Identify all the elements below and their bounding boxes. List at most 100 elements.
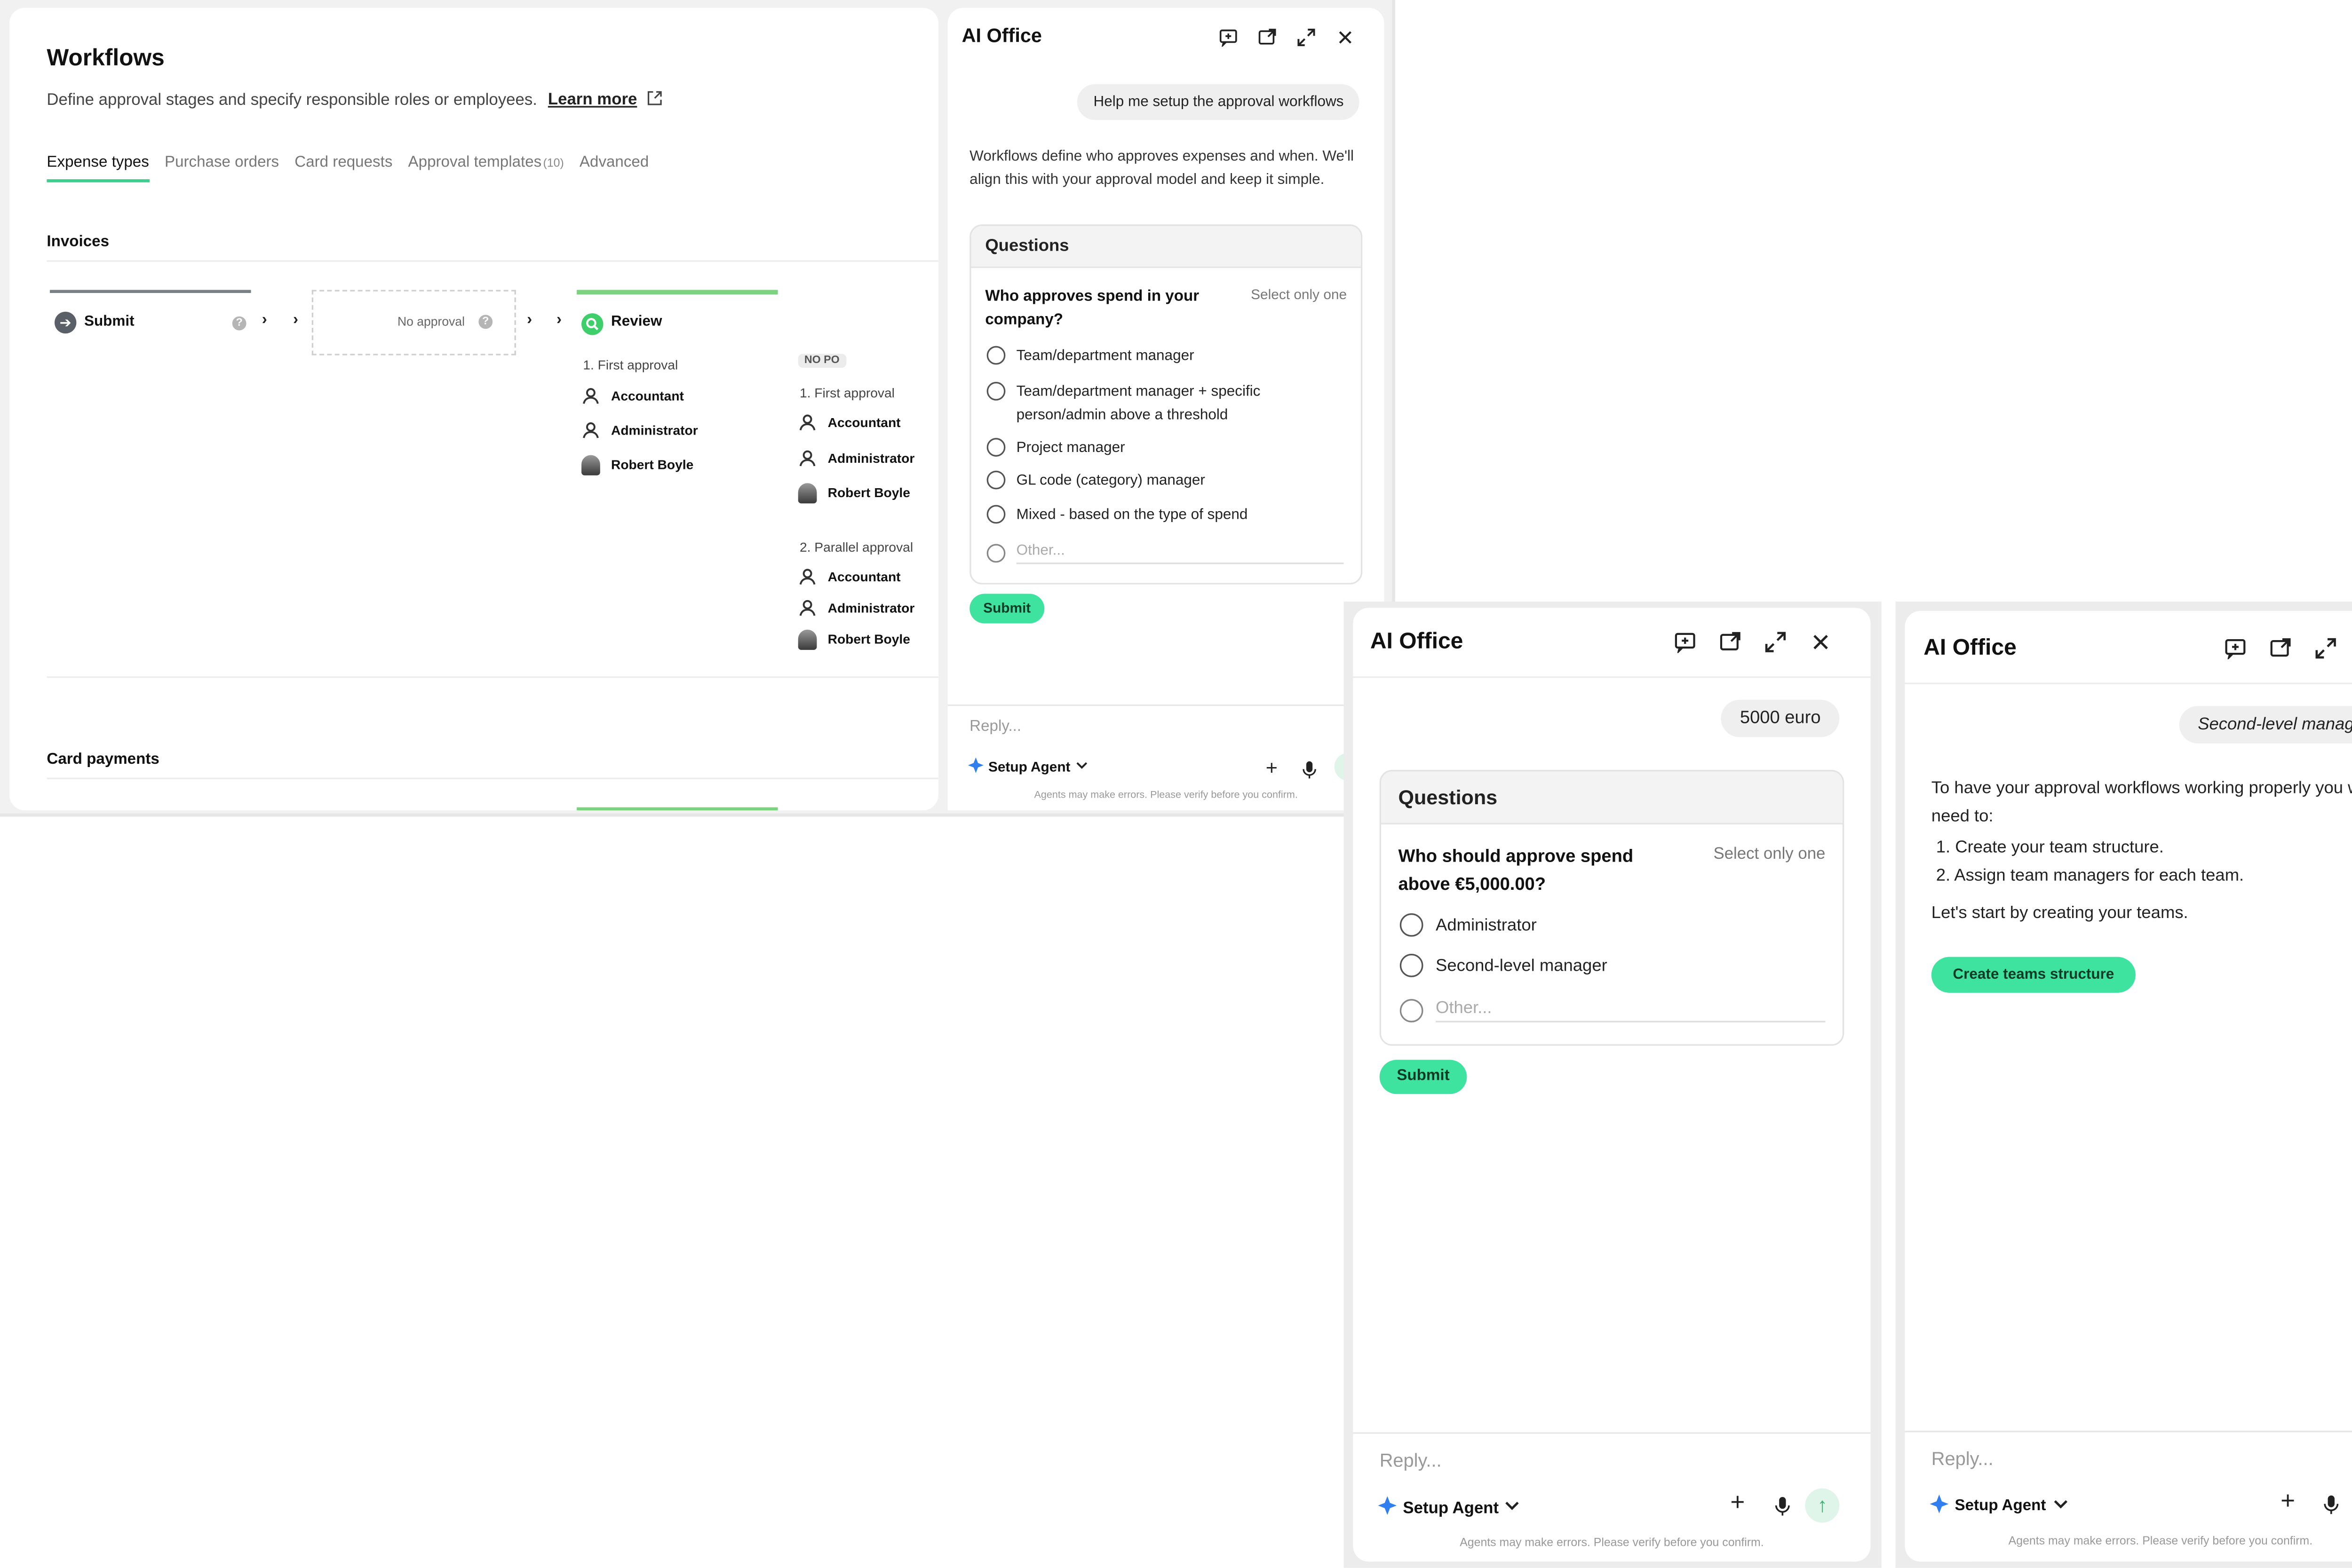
agent-selector[interactable]: Setup Agent [1378,1496,1520,1520]
history-icon[interactable] [1719,631,1741,661]
radio-icon[interactable] [986,346,1006,365]
agent-selector[interactable]: Setup Agent [968,757,1088,776]
new-chat-icon[interactable] [1674,631,1696,661]
tab-count: (10) [543,156,564,170]
chevron-down-icon [1075,759,1088,775]
reply-input[interactable]: Reply... [1380,1449,1442,1471]
assistant-message: Let's start by creating your teams. [1931,904,2188,923]
option-radio[interactable]: Team/department manager [986,346,1194,365]
option-other[interactable]: Other... [1399,999,1826,1022]
microphone-icon[interactable] [2323,1495,2340,1523]
agent-label: Setup Agent [1955,1497,2046,1515]
questions-card: Questions Who should approve spend above… [1379,770,1844,1046]
close-icon[interactable] [1810,631,1831,661]
send-icon[interactable]: ↑ [1805,1488,1840,1523]
tab-approval-templates[interactable]: Approval templates (10) [408,154,564,182]
search-icon [581,313,604,335]
subtitle-text: Define approval stages and specify respo… [47,91,537,110]
select-hint: Select only one [1251,286,1347,302]
ai-office-panel: AI Office 5000 euro Questions Who should… [1353,608,1871,1562]
chevron-right-icon: › [262,311,267,329]
radio-icon[interactable] [986,438,1006,457]
panel-title: AI Office [961,25,1042,47]
step-no-approval[interactable]: No approval ? [311,290,516,356]
approver-name: Accountant [827,569,901,585]
expand-icon[interactable] [1764,631,1786,661]
approval-stage-label: 1. First approval [583,356,678,372]
reply-input[interactable]: Reply... [969,719,1021,736]
help-icon[interactable]: ? [232,316,246,331]
agent-selector[interactable]: Setup Agent [1930,1494,2067,1518]
approver-name: Accountant [827,414,901,430]
close-icon[interactable] [1336,26,1355,55]
radio-icon[interactable] [1399,954,1423,977]
option-radio[interactable]: Administrator [1399,913,1537,937]
microphone-icon[interactable] [1774,1496,1791,1524]
radio-icon[interactable] [1399,999,1423,1022]
step-review-label: Review [611,313,662,331]
create-teams-structure-button[interactable]: Create teams structure [1931,957,2136,993]
reply-input[interactable]: Reply... [1931,1448,1994,1470]
avatar [581,455,600,475]
tab-card-requests[interactable]: Card requests [294,154,392,182]
tab-advanced[interactable]: Advanced [580,154,649,182]
tab-expense-types[interactable]: Expense types [47,154,149,182]
radio-icon[interactable] [986,470,1006,490]
divider [47,777,938,779]
option-radio[interactable]: Mixed - based on the type of spend [986,505,1248,524]
radio-icon[interactable] [986,544,1006,563]
list-item: 2. Assign team managers for each team. [1936,866,2244,886]
no-approval-label: No approval [397,315,465,329]
other-input[interactable]: Other... [1016,542,1344,564]
question-text: Who approves spend in your company? [985,288,1200,329]
page-subtitle: Define approval stages and specify respo… [47,90,662,111]
agent-label: Setup Agent [988,759,1071,775]
new-chat-icon[interactable] [2225,637,2246,667]
expand-icon[interactable] [1297,26,1316,55]
approver-name: Administrator [827,450,915,466]
chevron-right-icon: › [556,311,562,329]
microphone-icon[interactable] [1302,759,1317,787]
submit-button[interactable]: Submit [969,594,1045,624]
option-label: GL code (category) manager [1016,471,1205,489]
person-icon [583,388,599,404]
learn-more-link[interactable]: Learn more [548,91,637,110]
person-icon [799,414,816,431]
approver-name: Accountant [611,388,684,404]
option-radio[interactable]: Team/department manager + specific perso… [986,380,1313,427]
radio-icon[interactable] [986,505,1006,524]
approver-name: Administrator [827,600,915,616]
history-icon[interactable] [1258,26,1277,55]
radio-icon[interactable] [986,381,1006,401]
history-icon[interactable] [2270,637,2291,667]
plus-icon[interactable]: + [2280,1489,2295,1517]
step-review[interactable]: Review [577,290,778,360]
panel-title: AI Office [1370,629,1463,655]
questions-header: Questions [1381,771,1843,825]
approver-name: Robert Boyle [827,631,910,647]
disclaimer-text: Agents may make errors. Please verify be… [2008,1533,2313,1548]
option-label: Team/department manager [1016,347,1194,364]
external-link-icon[interactable] [646,90,662,111]
panel-header-actions [1674,631,1832,661]
disclaimer-text: Agents may make errors. Please verify be… [1460,1535,1764,1549]
chevron-right-icon: › [293,311,299,329]
step-submit[interactable]: ➔ Submit ? [50,290,251,358]
help-icon[interactable]: ? [478,315,493,329]
option-radio[interactable]: Second-level manager [1399,954,1607,977]
option-radio[interactable]: Project manager [986,438,1125,457]
tab-purchase-orders[interactable]: Purchase orders [165,154,279,182]
question-text: Who should approve spend above €5,000.00… [1398,847,1634,895]
submit-button[interactable]: Submit [1379,1060,1467,1094]
panel-header-actions [1219,26,1354,55]
plus-icon[interactable]: + [1730,1490,1745,1518]
radio-icon[interactable] [1399,913,1423,937]
plus-icon[interactable]: + [1266,756,1278,779]
new-chat-icon[interactable] [1219,26,1238,55]
agent-label: Setup Agent [1403,1498,1499,1517]
other-input[interactable]: Other... [1436,999,1826,1022]
option-radio[interactable]: GL code (category) manager [986,470,1205,490]
user-message-bubble: Help me setup the approval workflows [1078,84,1359,120]
option-other[interactable]: Other... [986,542,1344,564]
expand-icon[interactable] [2315,637,2336,667]
